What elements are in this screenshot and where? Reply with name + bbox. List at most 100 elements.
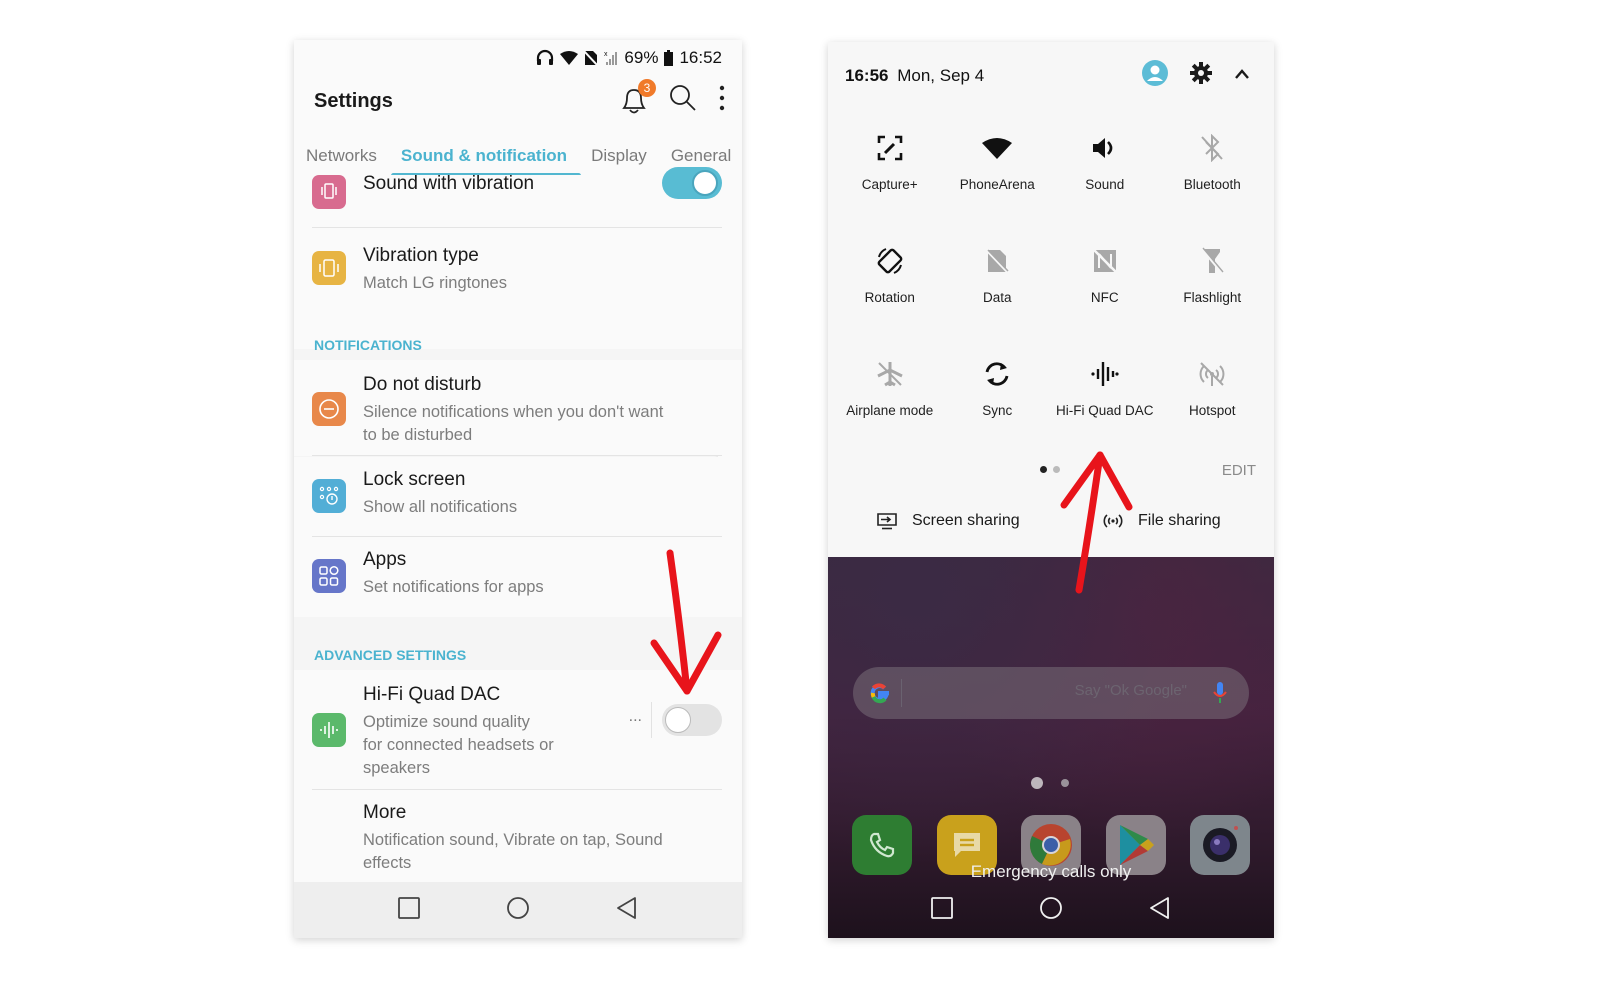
list-item-more[interactable]: More Notification sound, Vibrate on tap,…: [294, 790, 742, 885]
quick-tiles-grid: Capture+ PhoneArena Sound Bluetooth Rota…: [836, 130, 1266, 469]
search-icon: [670, 84, 696, 111]
bluetooth-off-icon: [1199, 130, 1225, 166]
item-subtitle: speakers: [363, 759, 430, 777]
qs-header: 16:56 Mon, Sep 4: [845, 66, 984, 86]
hifi-dac-options-button[interactable]: ...: [629, 708, 642, 726]
page-indicator: [1040, 466, 1060, 473]
home-page-dot[interactable]: [1061, 779, 1069, 787]
tile-rotation[interactable]: Rotation: [836, 243, 944, 356]
navigation-bar: [294, 882, 742, 938]
volume-icon: [1091, 130, 1119, 166]
tile-flashlight[interactable]: Flashlight: [1159, 243, 1267, 356]
sound-vibration-toggle[interactable]: [662, 167, 722, 199]
flashlight-off-icon: [1200, 243, 1224, 279]
file-sharing-button[interactable]: File sharing: [1102, 512, 1221, 530]
section-header-notifications: NOTIFICATIONS: [314, 337, 422, 353]
screen-share-icon: [877, 513, 897, 530]
list-item-hifi-quad-dac[interactable]: Hi-Fi Quad DAC Optimize sound quality fo…: [294, 670, 742, 790]
settings-button[interactable]: [1190, 62, 1212, 89]
back-button[interactable]: [1148, 896, 1172, 925]
list-item-sound-with-vibration[interactable]: Sound with vibration: [294, 167, 742, 229]
back-button[interactable]: [615, 896, 639, 925]
item-subtitle: to be disturbed: [363, 426, 473, 444]
qs-time: 16:56: [845, 66, 889, 85]
tile-sound[interactable]: Sound: [1051, 130, 1159, 243]
tile-hifi-quad-dac[interactable]: Hi-Fi Quad DAC: [1051, 356, 1159, 469]
circle-icon: [507, 896, 529, 919]
tile-airplane-mode[interactable]: Airplane mode: [836, 356, 944, 469]
file-share-icon: [1103, 514, 1123, 528]
qs-date: Mon, Sep 4: [897, 66, 985, 85]
more-vert-icon: [719, 85, 725, 110]
google-search-bar[interactable]: Say "Ok Google": [853, 667, 1249, 719]
google-logo-icon: [870, 683, 890, 704]
list-item-lock-screen[interactable]: Lock screen Show all notifications: [294, 457, 742, 537]
tile-bluetooth[interactable]: Bluetooth: [1159, 130, 1267, 243]
item-title: Sound with vibration: [363, 173, 535, 194]
list-item-vibration-type[interactable]: Vibration type Match LG ringtones: [294, 229, 742, 349]
hifi-dac-toggle[interactable]: [662, 704, 722, 736]
divider: [312, 227, 722, 228]
status-bar: x 69% 16:52: [294, 40, 742, 76]
page-title: Settings: [314, 90, 393, 112]
home-button[interactable]: [1039, 896, 1063, 925]
sync-icon: [983, 356, 1011, 392]
home-page-indicator: [1031, 777, 1069, 789]
search-separator: [901, 679, 902, 707]
clock: 16:52: [679, 48, 722, 67]
item-subtitle: Silence notifications when you don't wan…: [363, 403, 664, 421]
tile-capture-plus[interactable]: Capture+: [836, 130, 944, 243]
share-row: Screen sharing File sharing: [828, 512, 1274, 548]
tile-hotspot[interactable]: Hotspot: [1159, 356, 1267, 469]
item-subtitle: Optimize sound quality: [363, 713, 530, 731]
settings-list: Sound with vibration Vibration type Matc…: [294, 167, 742, 885]
airplane-off-icon: [876, 356, 904, 392]
recents-button[interactable]: [930, 896, 954, 925]
tile-sync[interactable]: Sync: [944, 356, 1052, 469]
nfc-off-icon: [1091, 243, 1118, 279]
triangle-back-icon: [1149, 896, 1169, 919]
notifications-button[interactable]: 3: [620, 79, 656, 115]
screen-sharing-button[interactable]: Screen sharing: [876, 512, 1020, 530]
item-subtitle: for connected headsets or: [363, 736, 554, 754]
collapse-button[interactable]: [1234, 67, 1250, 85]
home-button[interactable]: [506, 896, 530, 925]
tile-data[interactable]: Data: [944, 243, 1052, 356]
chevron-up-icon: [1235, 68, 1249, 79]
search-button[interactable]: [668, 83, 698, 118]
search-placeholder: Say "Ok Google": [1074, 682, 1187, 699]
page-dot[interactable]: [1053, 466, 1060, 473]
app-bar: Settings 3 Networks Sound & notification…: [294, 76, 742, 180]
tile-nfc[interactable]: NFC: [1051, 243, 1159, 356]
list-item-apps[interactable]: Apps Set notifications for apps: [294, 537, 742, 617]
divider-vertical: [651, 702, 652, 738]
quick-settings-phone-screen: 16:56 Mon, Sep 4 Capture+ PhoneArena Sou…: [828, 42, 1274, 938]
square-icon: [931, 896, 954, 919]
circle-icon: [1040, 896, 1062, 919]
do-not-disturb-icon: [312, 392, 346, 426]
tile-wifi[interactable]: PhoneArena: [944, 130, 1052, 243]
emergency-calls-label: Emergency calls only: [970, 862, 1132, 881]
overflow-menu-button[interactable]: [718, 84, 726, 117]
capture-plus-icon: [877, 130, 903, 166]
signal-icon: x: [604, 50, 618, 66]
item-title: Apps: [363, 549, 407, 570]
page-dot-active[interactable]: [1040, 466, 1047, 473]
data-off-icon: [985, 243, 1009, 279]
hotspot-off-icon: [1198, 356, 1226, 392]
item-subtitle: Notification sound, Vibrate on tap, Soun…: [363, 831, 663, 849]
microphone-icon[interactable]: [1213, 681, 1227, 705]
battery-percent: 69%: [624, 48, 659, 67]
wifi-icon: [982, 130, 1013, 166]
tab-display[interactable]: Display: [579, 134, 659, 180]
item-title: Vibration type: [363, 245, 479, 266]
item-title: More: [363, 802, 407, 823]
list-item-do-not-disturb[interactable]: Do not disturb Silence notifications whe…: [294, 360, 742, 456]
notification-badge: 3: [638, 79, 656, 97]
sound-vibration-icon: [312, 175, 346, 209]
user-button[interactable]: [1142, 60, 1168, 91]
recents-button[interactable]: [397, 896, 421, 925]
home-page-dot-active[interactable]: [1031, 777, 1043, 789]
home-screen: Say "Ok Google" Emergency calls only: [828, 557, 1274, 938]
edit-tiles-button[interactable]: EDIT: [1222, 462, 1256, 479]
